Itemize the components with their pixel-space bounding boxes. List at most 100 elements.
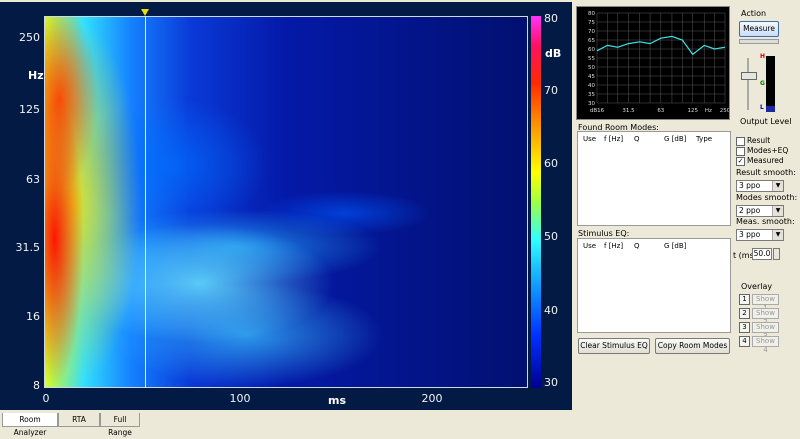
- chevron-down-icon[interactable]: ▼: [772, 181, 783, 191]
- y-tick-label: 80: [588, 11, 595, 17]
- y-tick-label: 45: [588, 74, 595, 80]
- y-tick: 8: [33, 379, 40, 392]
- colorbar-tick: 70: [544, 84, 558, 97]
- x-tick-label: 31.5: [622, 108, 635, 114]
- select-value: 3 ppo: [739, 181, 761, 190]
- overlay-show-2-button[interactable]: Show 2: [752, 308, 779, 326]
- colorbar-tick: 60: [544, 157, 558, 170]
- result-checkbox[interactable]: Result: [736, 136, 796, 146]
- column-header: f [Hz]: [604, 135, 624, 143]
- meas-smooth-select[interactable]: 3 ppo ▼: [736, 229, 784, 241]
- chevron-down-icon[interactable]: ▼: [772, 206, 783, 216]
- colorbar-unit: dB: [545, 47, 562, 60]
- y-tick-label: 35: [588, 92, 595, 98]
- checkbox-box[interactable]: [736, 147, 745, 156]
- x-tick-label: dB16: [590, 108, 605, 114]
- checkbox-box[interactable]: ✓: [736, 157, 745, 166]
- y-tick: 250: [19, 31, 40, 44]
- y-tick-label: 50: [588, 65, 595, 71]
- frequency-response-svg: 80 75 70 65 60 55 50 45 40 35 30dB16 31.5 63 125 Hz 250: [588, 11, 729, 114]
- y-tick-label: 40: [588, 83, 595, 89]
- y-tick-label: 75: [588, 20, 595, 26]
- frequency-response-chart[interactable]: 80 75 70 65 60 55 50 45 40 35 30 dB16 31.5 63 125 Hz 250: [576, 6, 730, 120]
- x-tick-label: Hz: [705, 108, 712, 114]
- column-header: G [dB]: [664, 135, 687, 143]
- modes-smooth-select[interactable]: 2 ppo ▼: [736, 205, 784, 217]
- meas-smooth-label: Meas. smooth:: [736, 217, 795, 226]
- overlay-show-1-button[interactable]: Show 1: [752, 294, 779, 312]
- x-tick: 200: [421, 392, 443, 405]
- result-smooth-label: Result smooth:: [736, 168, 796, 177]
- column-header: Q: [634, 135, 640, 143]
- overlay-store-3-button[interactable]: 3: [739, 322, 750, 333]
- y-axis-unit: Hz: [28, 69, 44, 82]
- y-tick-label: 65: [588, 38, 595, 44]
- colorbar: [531, 16, 541, 388]
- y-tick-label: 60: [588, 47, 595, 53]
- time-cursor-marker[interactable]: [141, 9, 149, 16]
- checkbox-label: Measured: [747, 156, 784, 165]
- spectrogram-panel[interactable]: 250 Hz 125 63 31.5 16 8 0 100 ms 200 80 …: [0, 2, 572, 410]
- copy-room-modes-button[interactable]: Copy Room Modes: [655, 338, 730, 354]
- select-value: 2 ppo: [739, 206, 761, 215]
- action-title: Action: [741, 9, 767, 18]
- overlay-store-2-button[interactable]: 2: [739, 308, 750, 319]
- measured-checkbox[interactable]: ✓ Measured: [736, 156, 796, 166]
- modes-smooth-label: Modes smooth:: [736, 193, 798, 202]
- x-tick: 100: [229, 392, 251, 405]
- clear-stimulus-eq-button[interactable]: Clear Stimulus EQ: [578, 338, 650, 354]
- colorbar-tick: 30: [544, 376, 558, 389]
- colorbar-tick: 80: [544, 12, 558, 25]
- time-stepper[interactable]: [773, 248, 780, 260]
- colorbar-tick: 50: [544, 230, 558, 243]
- time-input[interactable]: 50.0: [752, 248, 772, 260]
- time-cursor-line[interactable]: [145, 16, 146, 388]
- y-tick-label: 70: [588, 29, 595, 35]
- chevron-down-icon[interactable]: ▼: [772, 230, 783, 240]
- column-header: Q: [634, 242, 640, 250]
- column-header: Use: [583, 242, 597, 250]
- overlay-store-1-button[interactable]: 1: [739, 294, 750, 305]
- overlay-show-4-button[interactable]: Show 4: [752, 336, 779, 354]
- column-header: G [dB]: [664, 242, 687, 250]
- measure-progress-bar: [739, 39, 779, 44]
- result-smooth-select[interactable]: 3 ppo ▼: [736, 180, 784, 192]
- overlay-title: Overlay: [741, 282, 773, 291]
- checkbox-label: Result: [747, 136, 771, 145]
- column-header: f [Hz]: [604, 242, 624, 250]
- x-axis-unit: ms: [328, 394, 347, 407]
- level-meter: [766, 56, 775, 112]
- y-tick-label: 30: [588, 101, 595, 107]
- column-header: Type: [696, 135, 713, 143]
- column-header: Use: [583, 135, 597, 143]
- checkbox-box[interactable]: [736, 137, 745, 146]
- measure-button[interactable]: Measure: [739, 21, 779, 37]
- stimulus-eq-label: Stimulus EQ:: [578, 229, 630, 238]
- overlay-show-3-button[interactable]: Show 3: [752, 322, 779, 340]
- modes-eq-checkbox[interactable]: Modes+EQ: [736, 146, 796, 156]
- x-tick: 0: [42, 392, 50, 405]
- overlay-store-4-button[interactable]: 4: [739, 336, 750, 347]
- x-tick-label: 250: [720, 108, 729, 114]
- found-room-modes-table[interactable]: Use f [Hz] Q G [dB] Type: [577, 131, 731, 226]
- level-meter-fill: [766, 106, 775, 112]
- stimulus-eq-table[interactable]: Use f [Hz] Q G [dB]: [577, 238, 731, 333]
- select-value: 3 ppo: [739, 230, 761, 239]
- y-tick: 125: [19, 103, 40, 116]
- checkbox-label: Modes+EQ: [747, 146, 789, 155]
- spectrogram-plot[interactable]: [44, 16, 528, 388]
- tab-rta[interactable]: RTA: [58, 413, 100, 427]
- tab-room-analyzer[interactable]: Room Analyzer: [2, 413, 58, 437]
- y-tick: 63: [26, 173, 40, 186]
- x-tick-label: 63: [657, 108, 664, 114]
- x-tick-label: 125: [687, 108, 698, 114]
- tab-full-range[interactable]: Full Range: [100, 413, 140, 437]
- y-tick-label: 55: [588, 56, 595, 62]
- output-level-slider[interactable]: [741, 72, 757, 80]
- meter-h-label: H: [760, 53, 766, 60]
- output-level-label: Output Level: [740, 117, 792, 126]
- colorbar-tick: 40: [544, 304, 558, 317]
- output-level-track: [747, 58, 749, 110]
- y-tick: 16: [26, 310, 40, 323]
- y-tick: 31.5: [15, 241, 41, 254]
